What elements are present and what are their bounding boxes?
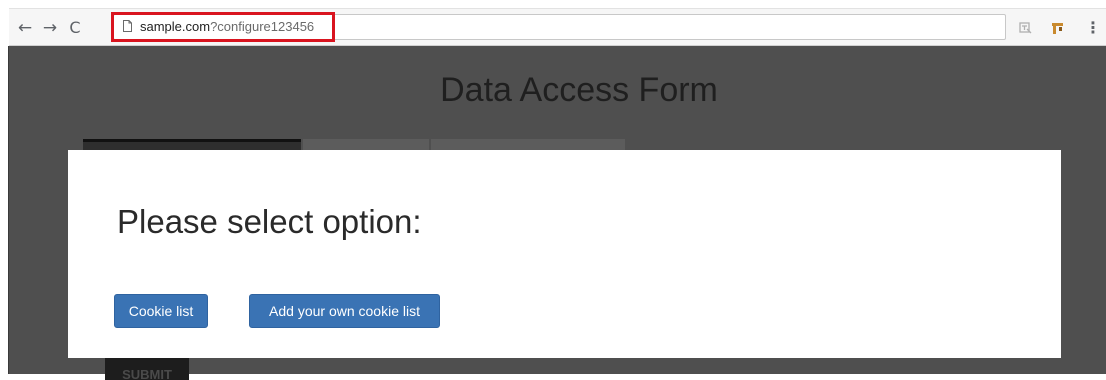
address-bar[interactable]: sample.com?configure123456 xyxy=(113,14,1006,40)
extension-icon[interactable] xyxy=(1050,20,1066,36)
url-host: sample.com xyxy=(140,19,211,34)
back-arrow-icon[interactable]: ← xyxy=(15,18,35,38)
translate-extension-icon[interactable] xyxy=(1018,20,1034,36)
forward-arrow-icon[interactable]: → xyxy=(40,18,60,38)
url-text[interactable]: sample.com?configure123456 xyxy=(140,19,314,34)
url-path: ?configure123456 xyxy=(210,19,315,34)
more-menu-icon[interactable]: ⋮ xyxy=(1085,17,1101,39)
browser-toolbar: ← → C sample.com?configure123456 ⋮ xyxy=(9,8,1106,46)
add-own-cookie-list-button[interactable]: Add your own cookie list xyxy=(249,294,440,328)
reload-icon[interactable]: C xyxy=(65,18,85,38)
cookie-list-button[interactable]: Cookie list xyxy=(114,294,208,328)
submit-button: SUBMIT xyxy=(105,358,189,380)
page-content: Data Access Form SUBMIT Please select op… xyxy=(9,46,1106,380)
dialog-title: Please select option: xyxy=(117,203,422,240)
option-dialog: Please select option: Cookie list Add yo… xyxy=(68,150,1061,358)
page-icon xyxy=(123,20,132,32)
page-title: Data Access Form xyxy=(440,71,718,109)
